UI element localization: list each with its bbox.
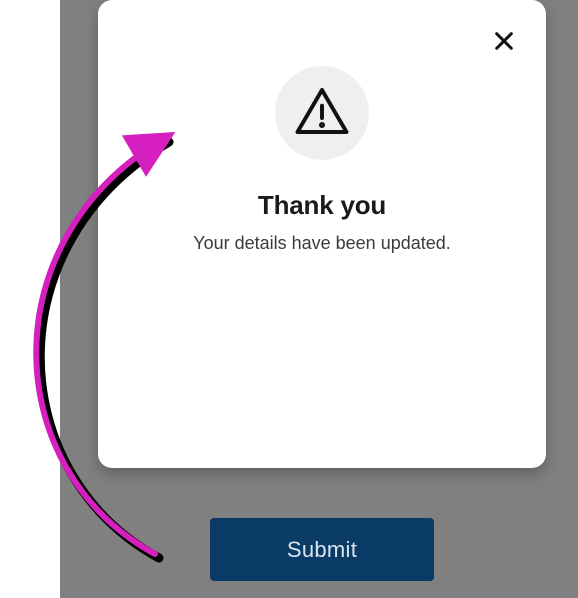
modal-title: Thank you bbox=[258, 190, 386, 221]
alert-icon-circle bbox=[275, 66, 369, 160]
close-icon bbox=[493, 30, 515, 55]
submit-button[interactable]: Submit bbox=[210, 518, 434, 581]
warning-triangle-icon bbox=[294, 86, 350, 141]
close-button[interactable] bbox=[486, 24, 522, 60]
confirmation-modal: Thank you Your details have been updated… bbox=[98, 0, 546, 468]
modal-message: Your details have been updated. bbox=[193, 233, 451, 254]
